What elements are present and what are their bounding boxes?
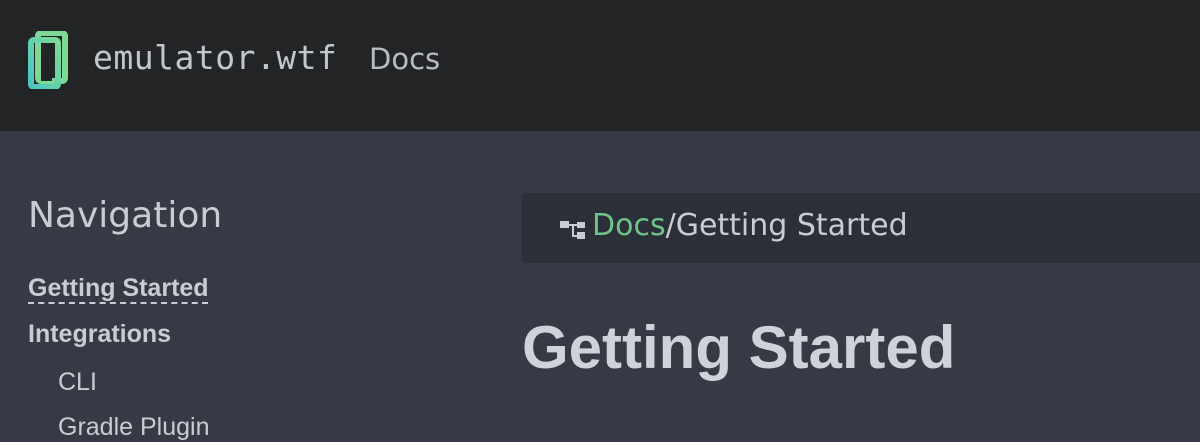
navigation-heading: Navigation (28, 195, 223, 236)
sidebar-item-gradle-plugin[interactable]: Gradle Plugin (58, 413, 209, 442)
docs-section-label[interactable]: Docs (369, 42, 440, 76)
breadcrumb-separator: / (665, 208, 676, 243)
breadcrumb-current: Getting Started (675, 208, 908, 243)
page-title: Getting Started (522, 314, 956, 381)
sidebar-item-cli[interactable]: CLI (58, 368, 97, 397)
breadcrumb-trail: Docs/Getting Started (592, 208, 908, 243)
sidebar-item-getting-started[interactable]: Getting Started (28, 274, 209, 303)
breadcrumb-docs-link[interactable]: Docs (592, 208, 666, 243)
sidebar-item-integrations[interactable]: Integrations (28, 320, 171, 349)
main-area: Navigation Getting Started Integrations … (0, 131, 1200, 441)
emulator-wtf-logo-icon[interactable] (28, 30, 68, 90)
sitemap-icon (560, 219, 586, 241)
top-navbar: emulator.wtf Docs (0, 0, 1200, 131)
brand-name-link[interactable]: emulator.wtf (93, 38, 337, 77)
breadcrumb: Docs/Getting Started (522, 193, 1200, 263)
